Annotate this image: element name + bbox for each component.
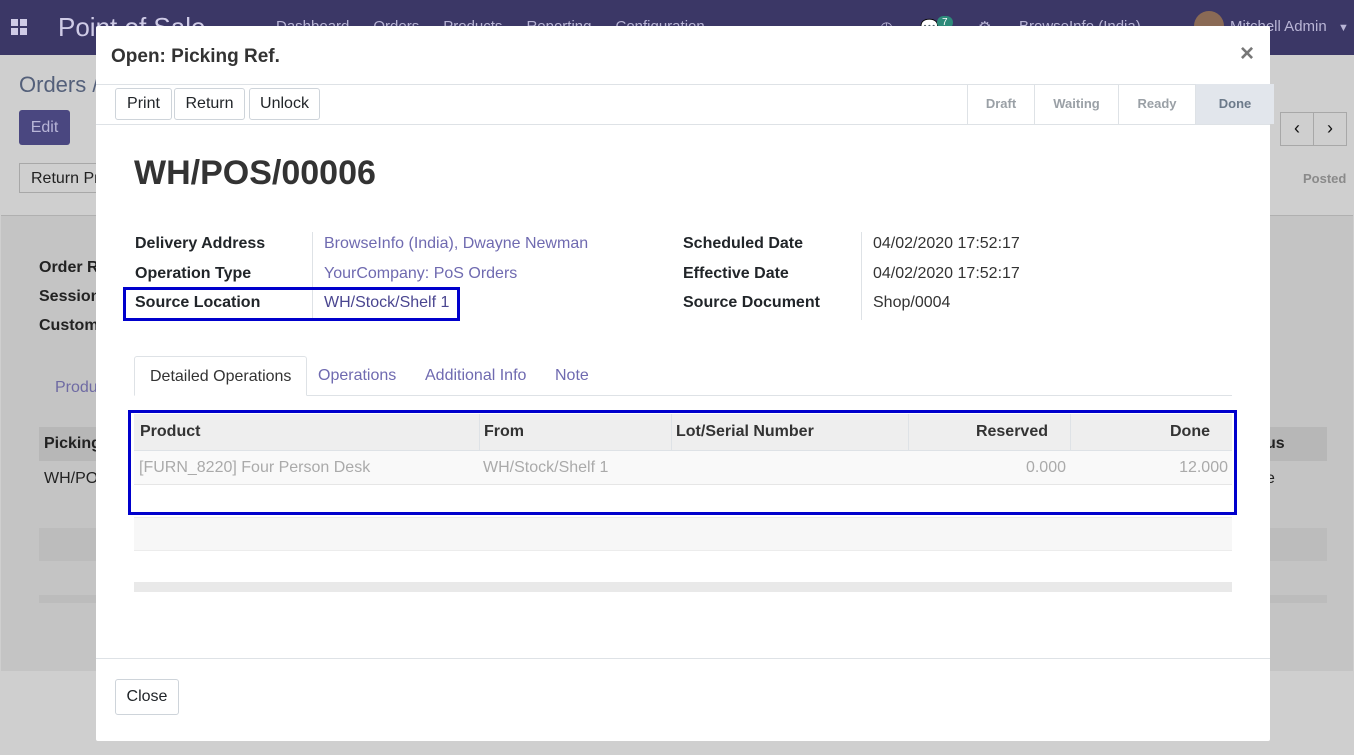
tab-additional-info[interactable]: Additional Info	[410, 356, 541, 395]
cell-done: 12.000	[1179, 459, 1228, 476]
col-reserved[interactable]: Reserved	[909, 414, 1071, 450]
status-posted: Posted	[1303, 171, 1347, 186]
bg-label-session: Session	[39, 288, 101, 305]
table-row[interactable]: [FURN_8220] Four Person Desk WH/Stock/Sh…	[134, 451, 1232, 485]
source-document-value: Shop/0004	[873, 294, 951, 311]
print-button[interactable]: Print	[115, 88, 172, 120]
record-name: WH/POS/00006	[134, 154, 376, 192]
effective-date-value: 04/02/2020 17:52:17	[873, 265, 1020, 282]
user-menu-caret-icon[interactable]: ▼	[1338, 22, 1349, 34]
tab-operations[interactable]: Operations	[303, 356, 411, 395]
close-button[interactable]: Close	[115, 679, 179, 715]
dialog-title: Open: Picking Ref.	[111, 46, 280, 67]
right-group-divider	[861, 232, 862, 320]
picking-dialog: Open: Picking Ref. × Print Return Unlock…	[96, 26, 1274, 742]
dialog-header: Open: Picking Ref. ×	[96, 26, 1270, 85]
stage-draft[interactable]: Draft	[967, 84, 1034, 124]
stage-waiting[interactable]: Waiting	[1034, 84, 1118, 124]
bg-row-picking[interactable]: WH/PO	[44, 470, 98, 488]
unlock-button[interactable]: Unlock	[249, 88, 320, 120]
apps-menu-icon[interactable]	[11, 19, 27, 35]
col-from[interactable]: From	[480, 414, 672, 450]
label-scheduled-date: Scheduled Date	[683, 235, 804, 252]
stage-ready[interactable]: Ready	[1118, 84, 1195, 124]
stage-pipeline: Draft Waiting Ready Done	[967, 84, 1274, 124]
col-lot-serial-number[interactable]: Lot/Serial Number	[672, 414, 909, 450]
empty-row	[134, 551, 1232, 581]
close-icon[interactable]: ×	[1240, 40, 1254, 68]
breadcrumb[interactable]: Orders /	[19, 72, 98, 98]
scheduled-date-value: 04/02/2020 17:52:17	[873, 235, 1020, 252]
source-location-link[interactable]: WH/Stock/Shelf 1	[324, 294, 449, 312]
dialog-footer: Close	[96, 658, 1270, 742]
label-source-document: Source Document	[683, 294, 820, 311]
empty-row	[134, 518, 1232, 551]
return-button[interactable]: Return	[174, 88, 245, 120]
bg-label-customer: Custom	[39, 317, 99, 334]
delivery-address-link[interactable]: BrowseInfo (India), Dwayne Newman	[324, 235, 588, 253]
cell-from: WH/Stock/Shelf 1	[483, 459, 609, 476]
label-delivery-address: Delivery Address	[135, 235, 266, 252]
cell-reserved: 0.000	[1025, 459, 1066, 476]
table-footer	[134, 582, 1232, 592]
stage-done: Done	[1195, 84, 1274, 124]
notebook-tabs: Detailed Operations Operations Additiona…	[134, 356, 1232, 396]
pager-next-icon[interactable]: ›	[1313, 112, 1347, 146]
col-product[interactable]: Product	[134, 414, 480, 450]
operation-type-link[interactable]: YourCompany: PoS Orders	[324, 265, 517, 283]
bg-tab-products[interactable]: Produ	[55, 379, 98, 397]
bg-col-picking: Picking	[44, 435, 101, 452]
col-done[interactable]: Done	[1071, 414, 1232, 450]
cell-product: [FURN_8220] Four Person Desk	[139, 459, 371, 476]
tab-note[interactable]: Note	[540, 356, 604, 395]
edit-button[interactable]: Edit	[19, 110, 70, 145]
table-header: Product From Lot/Serial Number Reserved …	[134, 414, 1232, 451]
label-operation-type: Operation Type	[135, 265, 252, 282]
form-statusbar: Print Return Unlock Draft Waiting Ready …	[96, 84, 1274, 125]
tab-detailed-operations[interactable]: Detailed Operations	[134, 356, 308, 396]
pager-previous-icon[interactable]: ‹	[1280, 112, 1314, 146]
empty-row	[134, 485, 1232, 518]
label-source-location: Source Location	[135, 294, 261, 311]
bg-label-order-ref: Order R	[39, 259, 99, 276]
label-effective-date: Effective Date	[683, 265, 789, 282]
left-group-divider	[312, 232, 313, 320]
